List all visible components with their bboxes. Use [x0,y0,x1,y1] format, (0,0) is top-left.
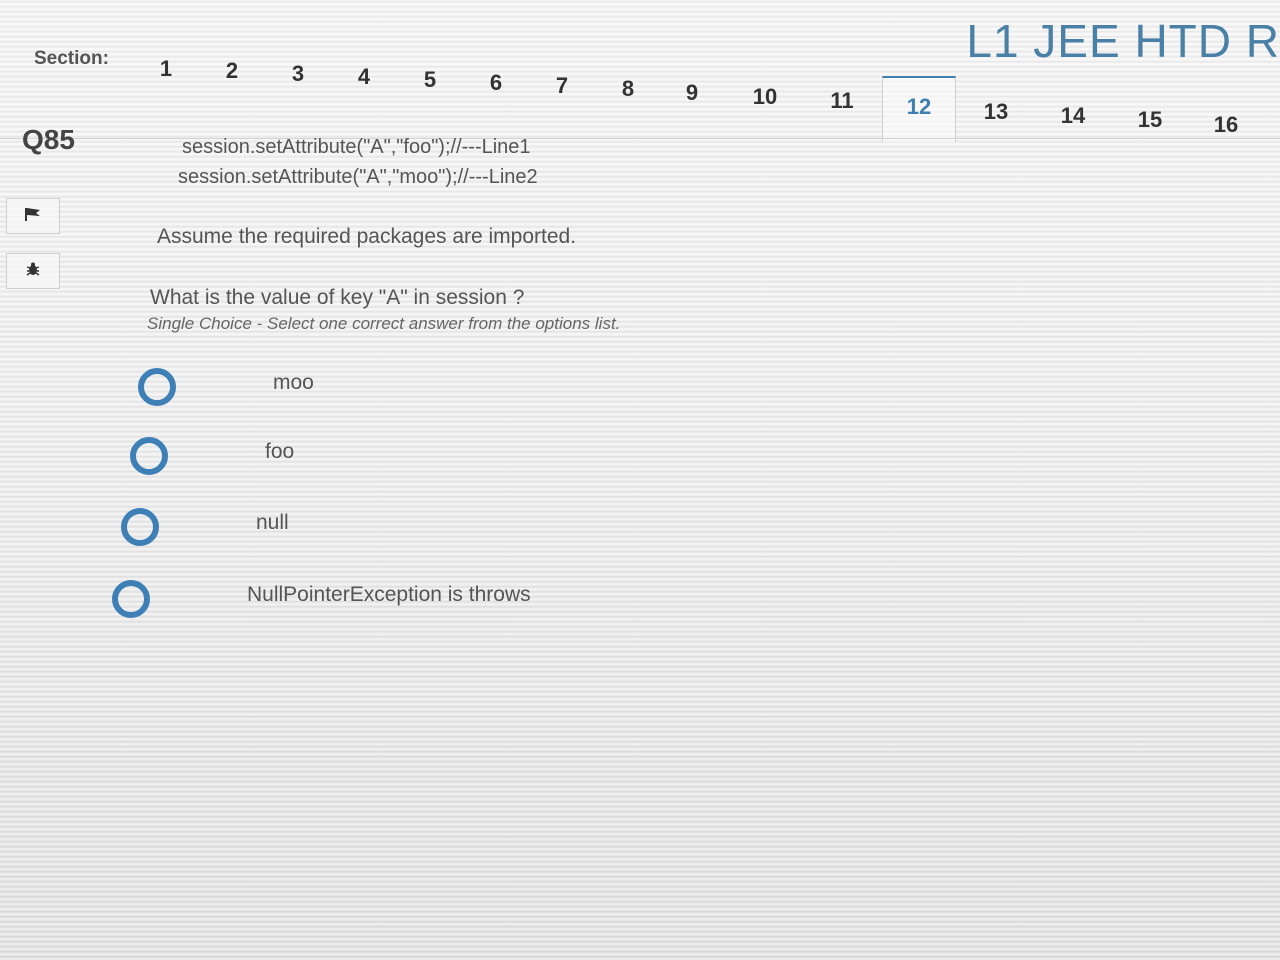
section-tab-11[interactable]: 11 [810,88,874,114]
section-tab-13[interactable]: 13 [964,99,1028,125]
section-tab-10[interactable]: 10 [733,84,797,110]
flag-button[interactable] [6,198,60,234]
option-label: null [256,511,289,534]
radio-button[interactable] [130,437,168,475]
section-tab-4[interactable]: 4 [332,64,396,90]
section-tab-2[interactable]: 2 [200,58,264,84]
section-tab-14[interactable]: 14 [1041,103,1105,129]
section-tab-9[interactable]: 9 [660,80,724,106]
radio-button[interactable] [138,368,176,406]
section-tab-16[interactable]: 16 [1194,112,1258,138]
section-tab-3[interactable]: 3 [266,61,330,87]
section-tab-15[interactable]: 15 [1118,107,1182,133]
section-tab-1[interactable]: 1 [134,56,198,82]
question-prompt: What is the value of key "A" in session … [150,286,525,309]
section-tab-12[interactable]: 12 [882,76,956,142]
exam-title: L1 JEE HTD R [966,15,1280,67]
exam-screen: L1 JEE HTD R Section: 1 2 3 4 5 6 7 8 9 … [0,0,1280,960]
radio-button[interactable] [112,580,150,618]
flag-icon [23,206,43,227]
section-tab-5[interactable]: 5 [398,67,462,93]
section-tab-6[interactable]: 6 [464,70,528,96]
assumption-text: Assume the required packages are importe… [157,225,577,248]
section-tab-7[interactable]: 7 [530,73,594,99]
option-label: NullPointerException is throws [247,583,531,606]
bug-icon [25,261,41,282]
option-label: moo [273,371,314,394]
question-number: Q85 [22,124,75,155]
bug-report-button[interactable] [6,253,60,289]
option-label: foo [265,440,295,463]
code-line-1: session.setAttribute("A","foo");//---Lin… [182,136,531,158]
radio-button[interactable] [121,508,159,546]
top-bar: L1 JEE HTD R Section: 1 2 3 4 5 6 7 8 9 … [0,0,1280,142]
code-line-2: session.setAttribute("A","moo");//---Lin… [178,166,538,188]
section-label: Section: [34,48,109,69]
section-tab-8[interactable]: 8 [596,76,660,102]
answer-hint: Single Choice - Select one correct answe… [147,314,621,333]
